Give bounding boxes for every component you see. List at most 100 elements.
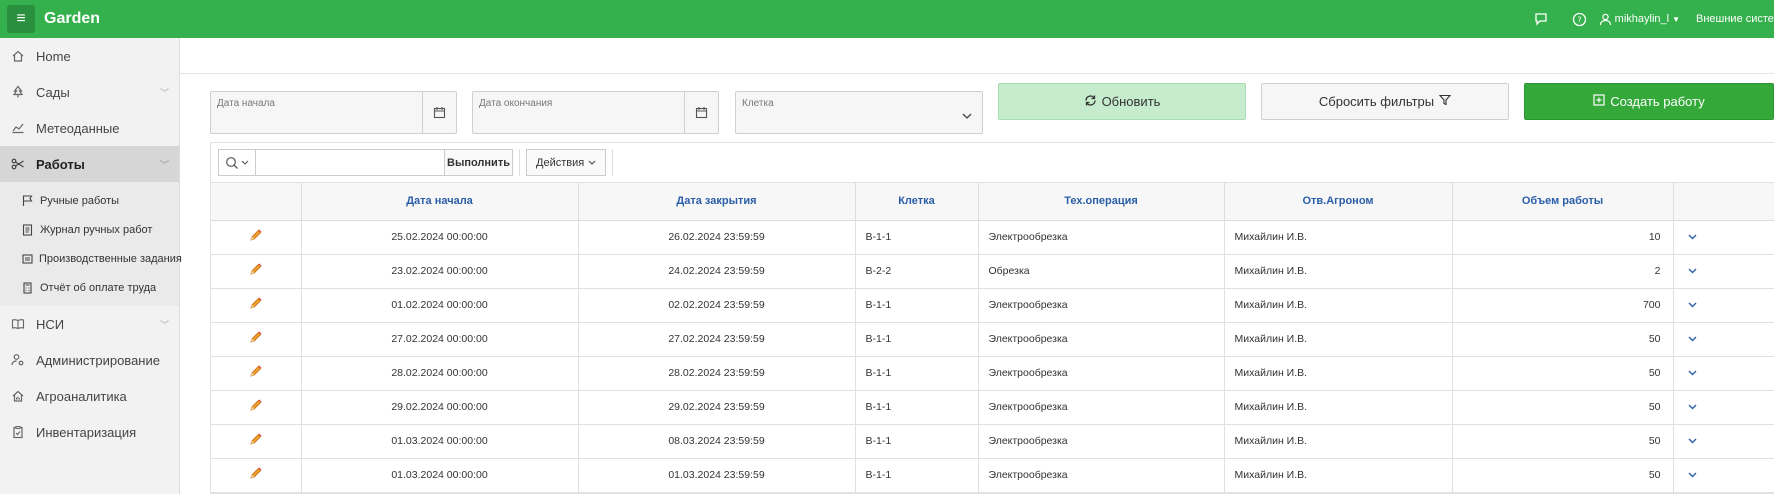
cell-agronomist: Михайлин И.В. <box>1224 322 1453 357</box>
table-row[interactable]: 23.02.2024 00:00:00 24.02.2024 23:59:59 В-… <box>211 254 1774 289</box>
sidebar-item-home[interactable]: Home <box>0 38 179 74</box>
edit-pencil-icon[interactable] <box>211 390 302 425</box>
sidebar-subitem-manual-journal[interactable]: Журнал ручных работ <box>0 215 179 244</box>
expand-row-chevron-icon[interactable] <box>1673 356 1774 391</box>
sidebar-item-agroanalytics[interactable]: Агроаналитика <box>0 378 179 414</box>
user-menu[interactable]: mikhaylin_l ▼ <box>1599 13 1680 26</box>
search-input[interactable] <box>256 150 444 175</box>
cell-start-date: 01.03.2024 00:00:00 <box>301 424 579 459</box>
cell-start-date: 23.02.2024 00:00:00 <box>301 254 579 289</box>
cell-operation: Обрезка <box>978 254 1225 289</box>
column-header-end-date[interactable]: Дата закрытия <box>578 183 856 221</box>
sidebar-subitem-payroll-report[interactable]: Отчёт об оплате труда <box>0 273 179 302</box>
column-header-cell[interactable]: Клетка <box>855 183 979 221</box>
column-header-volume[interactable]: Объем работы <box>1452 183 1674 221</box>
edit-pencil-icon[interactable] <box>211 458 302 493</box>
external-systems-link[interactable]: Внешние систем <box>1696 13 1774 25</box>
run-search-button[interactable]: Выполнить <box>444 150 512 175</box>
expand-row-chevron-icon[interactable] <box>1673 424 1774 459</box>
cell-cell-code: В-1-1 <box>855 220 979 255</box>
calendar-icon[interactable] <box>684 92 718 133</box>
sidebar-subitem-manual-works[interactable]: Ручные работы <box>0 186 179 215</box>
cell-start-date: 29.02.2024 00:00:00 <box>301 390 579 425</box>
user-icon <box>1599 13 1611 25</box>
sidebar-subitem-label: Отчёт об оплате труда <box>40 281 157 294</box>
help-icon[interactable]: ? <box>1572 12 1587 27</box>
cell-agronomist: Михайлин И.В. <box>1224 390 1453 425</box>
app-title: Garden <box>44 10 101 27</box>
table-row[interactable]: 28.02.2024 00:00:00 28.02.2024 23:59:59 В-… <box>211 356 1774 391</box>
grid-toolbar: Выполнить Действия <box>211 143 1774 183</box>
table-row[interactable]: 25.02.2024 00:00:00 26.02.2024 23:59:59 В-… <box>211 220 1774 255</box>
hamburger-icon[interactable]: ≡ <box>7 5 35 33</box>
caret-down-icon: ▼ <box>1672 14 1680 24</box>
cell-cell-code: В-2-2 <box>855 254 979 289</box>
sidebar-item-administration[interactable]: Администрирование <box>0 342 179 378</box>
cell-agronomist: Михайлин И.В. <box>1224 424 1453 459</box>
edit-pencil-icon[interactable] <box>211 254 302 289</box>
sidebar-item-weather[interactable]: Метеоданные <box>0 110 179 146</box>
analytics-home-icon <box>10 389 26 403</box>
sidebar-subitem-label: Производственные задания <box>39 252 182 265</box>
edit-pencil-icon[interactable] <box>211 424 302 459</box>
table-row[interactable]: 27.02.2024 00:00:00 27.02.2024 23:59:59 В-… <box>211 322 1774 357</box>
table-row[interactable]: 29.02.2024 00:00:00 29.02.2024 23:59:59 В-… <box>211 390 1774 425</box>
column-header-operation[interactable]: Тех.операция <box>978 183 1225 221</box>
sidebar-item-works[interactable]: Работы ﹀ <box>0 146 179 182</box>
cell-cell-code: В-1-1 <box>855 356 979 391</box>
table-row[interactable]: 01.03.2024 00:00:00 08.03.2024 23:59:59 В-… <box>211 424 1774 459</box>
content-header <box>180 38 1774 74</box>
expand-row-chevron-icon[interactable] <box>1673 254 1774 289</box>
expand-row-chevron-icon[interactable] <box>1673 390 1774 425</box>
expand-row-chevron-icon[interactable] <box>1673 458 1774 493</box>
edit-pencil-icon[interactable] <box>211 288 302 323</box>
expand-row-chevron-icon[interactable] <box>1673 322 1774 357</box>
journal-icon <box>22 223 34 236</box>
cell-cell-code: В-1-1 <box>855 322 979 357</box>
works-table: Дата начала Дата закрытия Клетка Тех.опе… <box>211 183 1774 493</box>
sidebar-item-label: Работы <box>36 156 85 172</box>
calendar-icon[interactable] <box>422 92 456 133</box>
end-date-field[interactable]: Дата окончания <box>472 91 719 134</box>
table-body: 25.02.2024 00:00:00 26.02.2024 23:59:59 В-… <box>211 220 1774 493</box>
cell-cell-code: В-1-1 <box>855 424 979 459</box>
cell-end-date: 28.02.2024 23:59:59 <box>578 356 856 391</box>
cell-volume: 50 <box>1452 458 1674 493</box>
sidebar-item-label: НСИ <box>36 316 65 332</box>
start-date-field[interactable]: Дата начала <box>210 91 457 134</box>
create-work-button[interactable]: Создать работу <box>1524 83 1774 120</box>
sidebar-item-gardens[interactable]: Сады ﹀ <box>0 74 179 110</box>
sidebar-item-nsi[interactable]: НСИ ﹀ <box>0 306 179 342</box>
column-header-agronomist[interactable]: Отв.Агроном <box>1224 183 1453 221</box>
column-header-expand <box>1673 183 1774 221</box>
cell-cell-code: В-1-1 <box>855 390 979 425</box>
table-row[interactable]: 01.03.2024 00:00:00 01.03.2024 23:59:59 В-… <box>211 458 1774 493</box>
refresh-button[interactable]: Обновить <box>998 83 1246 120</box>
cell-end-date: 01.03.2024 23:59:59 <box>578 458 856 493</box>
works-grid: Выполнить Действия Дата начала Дата закр… <box>210 142 1774 494</box>
home-icon <box>10 49 26 63</box>
sidebar-item-inventory[interactable]: Инвентаризация <box>0 414 179 450</box>
edit-pencil-icon[interactable] <box>211 356 302 391</box>
cell-end-date: 26.02.2024 23:59:59 <box>578 220 856 255</box>
edit-pencil-icon[interactable] <box>211 220 302 255</box>
reset-filters-button[interactable]: Сбросить фильтры <box>1261 83 1509 120</box>
search-column-dropdown[interactable] <box>219 150 256 175</box>
expand-row-chevron-icon[interactable] <box>1673 220 1774 255</box>
cell-volume: 50 <box>1452 356 1674 391</box>
edit-pencil-icon[interactable] <box>211 322 302 357</box>
cell-volume: 700 <box>1452 288 1674 323</box>
cell-operation: Электрообрезка <box>978 458 1225 493</box>
cell-agronomist: Михайлин И.В. <box>1224 254 1453 289</box>
cell-select[interactable]: Клетка <box>735 91 983 134</box>
cell-label: Клетка <box>742 98 774 109</box>
chat-icon[interactable] <box>1534 12 1548 26</box>
table-row[interactable]: 01.02.2024 00:00:00 02.02.2024 23:59:59 В-… <box>211 288 1774 323</box>
toolbar-divider <box>612 149 614 176</box>
expand-row-chevron-icon[interactable] <box>1673 288 1774 323</box>
column-header-start-date[interactable]: Дата начала <box>301 183 579 221</box>
sidebar-subitem-production-tasks[interactable]: Производственные задания <box>0 244 182 273</box>
cell-start-date: 28.02.2024 00:00:00 <box>301 356 579 391</box>
actions-menu-button[interactable]: Действия <box>526 149 607 176</box>
tree-icon <box>10 85 26 99</box>
